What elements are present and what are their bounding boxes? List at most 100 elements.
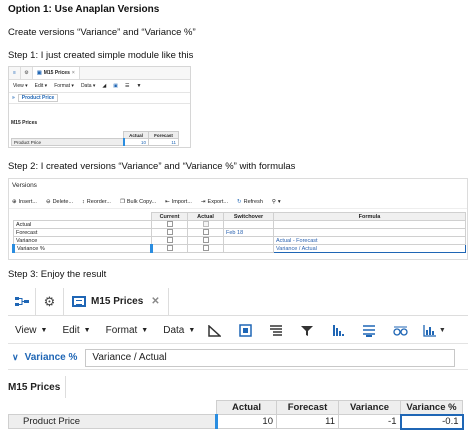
current-checkbox[interactable] (166, 221, 173, 228)
step2-text: Step 2: I created versions “Variance” an… (8, 161, 296, 172)
table-row: Variance Actual - Forecast (13, 236, 466, 245)
versions-grid: Current Actual Switchover Formula Actual… (12, 212, 466, 253)
table-row: Variance % Variance / Actual (12, 244, 466, 253)
row-label: Product Price (8, 414, 218, 429)
lines-icon[interactable] (265, 325, 287, 336)
formula-cell[interactable] (273, 228, 466, 237)
formula-cell[interactable]: Actual - Forecast (273, 236, 466, 245)
cell-variance-percent[interactable]: -0.1 (399, 413, 464, 430)
step3-text: Step 3: Enjoy the result (8, 269, 107, 280)
lines-icon[interactable]: ☰ (125, 83, 129, 89)
small-format-menu[interactable]: Format ▾ (54, 83, 74, 89)
cell-variance[interactable]: -1 (338, 414, 401, 429)
grid-icon: ▣ (37, 70, 42, 76)
formula-cell[interactable] (273, 220, 466, 229)
current-checkbox[interactable] (166, 229, 173, 236)
chevron-icon[interactable]: ∨ (12, 352, 19, 363)
format-menu[interactable]: Format ▼ (106, 325, 149, 336)
actual-checkbox[interactable] (202, 237, 209, 244)
versions-screenshot: Versions ⊕ Insert... ⊖ Delete... ↕ Reorder.… (8, 178, 468, 260)
pivot-icon[interactable] (203, 324, 225, 337)
refresh-icon: ↻ (237, 199, 242, 205)
cell-actual[interactable]: 10 (216, 414, 277, 429)
insert-button[interactable]: ⊕ Insert... (12, 199, 37, 205)
current-checkbox[interactable] (167, 245, 173, 252)
switchover-cell[interactable] (223, 220, 274, 229)
close-icon[interactable]: ✕ (151, 296, 159, 307)
switchover-cell[interactable]: Feb 18 (223, 228, 274, 237)
small-context-bar: » Product Price (9, 93, 190, 104)
versions-title: Versions (12, 182, 37, 189)
import-button[interactable]: ⇤ Import... (165, 199, 192, 205)
table-icon[interactable] (358, 324, 380, 337)
small-edit-menu[interactable]: Edit ▾ (35, 83, 48, 89)
refresh-button[interactable]: ↻ Refresh (237, 199, 263, 205)
close-icon[interactable]: × (72, 70, 75, 76)
export-button[interactable]: ⇥ Export... (201, 199, 228, 205)
col-header: Variance % (400, 400, 463, 415)
small-toolbar: View ▾ Edit ▾ Format ▾ Data ▾ ◢ ▣ ☰ ▼ (9, 80, 190, 93)
view-menu[interactable]: View ▼ (15, 325, 47, 336)
version-name: Actual (13, 220, 152, 229)
export-icon[interactable]: ▣ (113, 83, 118, 89)
gear-icon[interactable]: ⚙ (21, 67, 33, 79)
edit-menu[interactable]: Edit ▼ (62, 325, 90, 336)
formula-cell[interactable]: Variance / Actual (273, 244, 466, 253)
filter-icon[interactable]: ▼ (136, 83, 141, 89)
switchover-cell[interactable] (223, 244, 274, 253)
gear-icon[interactable]: ⚙ (36, 288, 64, 315)
plus-icon: ⊕ (12, 199, 17, 205)
cell-forecast[interactable]: 11 (276, 414, 339, 429)
current-checkbox[interactable] (166, 237, 173, 244)
intro-text: Create versions “Variance” and “Variance… (8, 27, 196, 38)
table-row: Actual (13, 220, 466, 229)
hierarchy-icon[interactable]: ≡ (9, 67, 21, 79)
reorder-button[interactable]: ↕ Reorder... (82, 199, 111, 205)
small-module-screenshot: ≡ ⚙ ▣ M15 Prices × View ▾ Edit ▾ Format … (8, 66, 191, 148)
small-tab[interactable]: ▣ M15 Prices × (33, 67, 80, 79)
versions-col-header: Current (151, 212, 188, 221)
actual-checkbox[interactable] (202, 245, 209, 252)
small-cell[interactable]: 11 (148, 138, 179, 146)
actual-checkbox[interactable] (202, 229, 209, 236)
small-tab-bar: ≡ ⚙ ▣ M15 Prices × (9, 67, 190, 80)
version-name: Variance % (12, 244, 153, 253)
col-header: Variance (338, 400, 401, 415)
small-context-selector[interactable]: Product Price (17, 94, 59, 102)
version-name: Forecast (13, 228, 152, 237)
versions-col-header: Formula (273, 212, 466, 221)
filter-icon[interactable] (296, 325, 318, 337)
tab-bar: ⚙ M15 Prices ✕ (8, 288, 468, 316)
small-view-menu[interactable]: View ▾ (13, 83, 28, 89)
context-selector[interactable]: Variance / Actual (85, 348, 456, 367)
result-grid: Actual Forecast Variance Variance % Prod… (8, 400, 464, 430)
chevron-icon[interactable]: » (12, 95, 15, 101)
small-cell[interactable]: 10 (123, 138, 149, 146)
export-icon[interactable] (234, 324, 256, 337)
data-menu[interactable]: Data ▼ (163, 325, 195, 336)
export-icon: ⇥ (200, 199, 206, 205)
context-label: Variance % (24, 352, 78, 363)
small-tab-label: M15 Prices (43, 70, 70, 76)
chart-icon[interactable]: ▼ (420, 324, 448, 337)
delete-button[interactable]: ⊖ Delete... (46, 199, 73, 205)
pivot-icon[interactable]: ◢ (102, 83, 106, 89)
step1-text: Step 1: I just created simple module lik… (8, 50, 194, 61)
chevron-down-icon: ▼ (438, 327, 446, 334)
small-col-header: Forecast (148, 131, 179, 139)
small-data-menu[interactable]: Data ▾ (81, 83, 95, 89)
versions-col-header: Switchover (223, 212, 274, 221)
hierarchy-icon[interactable] (8, 288, 36, 315)
reorder-icon: ↕ (82, 199, 85, 205)
table-row: Forecast Feb 18 (13, 228, 466, 237)
small-col-header: Actual (123, 131, 149, 139)
module-icon (72, 296, 86, 307)
module-tab[interactable]: M15 Prices ✕ (64, 288, 169, 315)
glasses-icon[interactable] (389, 325, 411, 336)
bulk-copy-button[interactable]: ❐ Bulk Copy... (120, 199, 156, 205)
switchover-cell[interactable] (223, 236, 274, 245)
search-button[interactable]: ⚲ ▾ (272, 199, 281, 205)
sort-icon[interactable] (327, 324, 349, 337)
context-bar: ∨ Variance % Variance / Actual (8, 346, 468, 370)
actual-checkbox[interactable] (202, 221, 209, 228)
